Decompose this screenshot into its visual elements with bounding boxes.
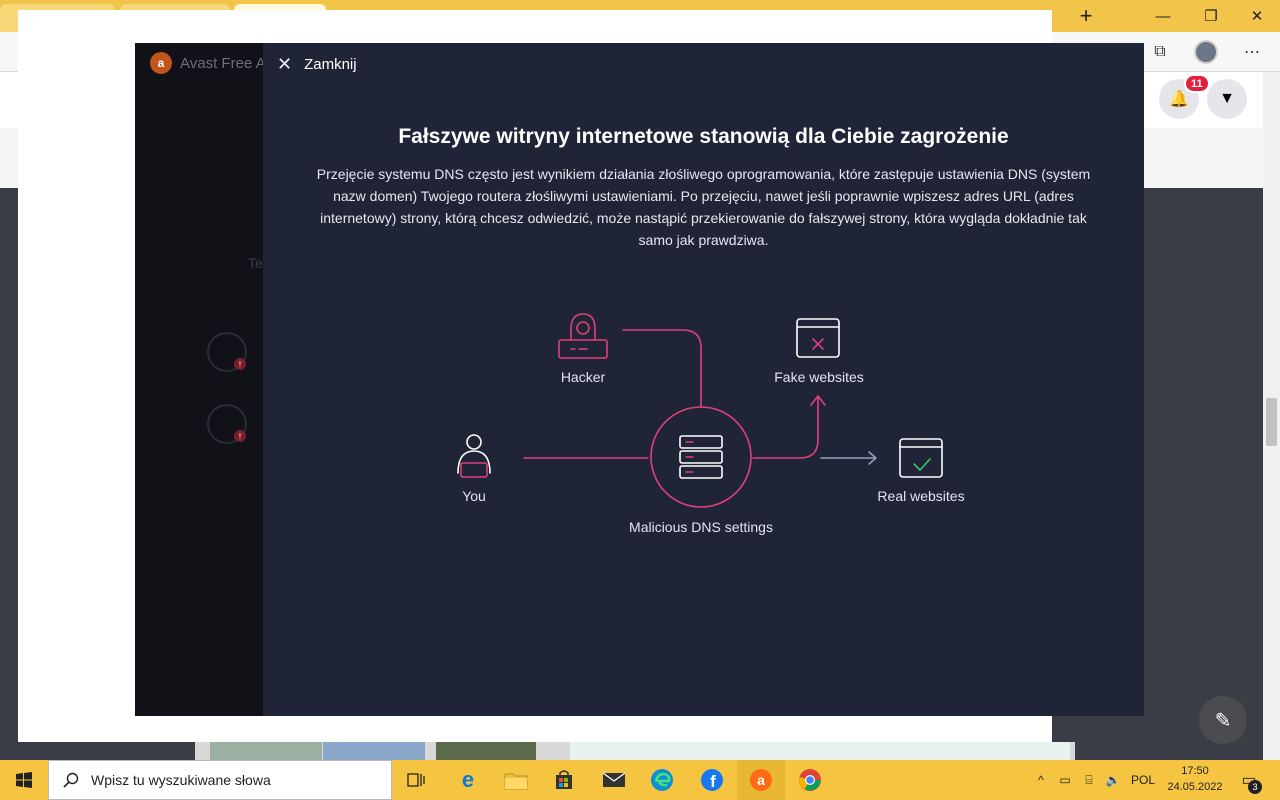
dns-hijack-diagram (457, 313, 943, 508)
action-center-count: 3 (1248, 780, 1262, 794)
edge-icon[interactable] (638, 760, 686, 800)
facebook-icon[interactable]: f (688, 760, 736, 800)
you-label: You (462, 488, 486, 504)
feed-thumbnail[interactable] (436, 742, 536, 760)
dns-server-circle (650, 406, 752, 508)
chrome-icon[interactable] (786, 760, 834, 800)
taskbar-search[interactable] (48, 760, 392, 800)
warning-dot-icon: ! (234, 358, 246, 370)
task-view-icon[interactable] (392, 760, 440, 800)
svg-text:e: e (462, 768, 474, 792)
minimize-button[interactable]: — (1140, 0, 1186, 32)
x-mark-icon (812, 338, 824, 350)
new-message-icon[interactable]: ✎ (1199, 696, 1247, 744)
search-input[interactable] (91, 772, 371, 788)
avast-sidebar (135, 43, 263, 716)
clock-date: 24.05.2022 (1167, 781, 1223, 793)
battery-icon[interactable]: ▭ (1056, 760, 1074, 800)
real-websites-label: Real websites (877, 488, 965, 504)
edge-legacy-icon[interactable]: e (444, 760, 492, 800)
volume-icon[interactable]: 🔈 (1104, 760, 1122, 800)
page-scrollbar[interactable] (1263, 72, 1280, 760)
user-icon (457, 434, 491, 474)
search-icon (63, 772, 79, 788)
hacker-icon (558, 313, 608, 359)
real-website-icon (899, 438, 943, 478)
hacker-to-dns-line (622, 329, 702, 408)
avast-taskbar-icon[interactable]: a (737, 760, 785, 800)
collections-icon[interactable]: ⧉ (1148, 40, 1172, 64)
feed-thumbnail[interactable] (210, 742, 322, 760)
new-tab-button[interactable]: + (1072, 2, 1100, 30)
store-icon[interactable] (540, 760, 588, 800)
more-menu-icon[interactable]: ⋯ (1240, 40, 1264, 64)
account-menu-chevron-icon[interactable]: ▼ (1207, 79, 1247, 119)
windows-start-icon[interactable] (0, 760, 48, 800)
language-indicator[interactable]: POL (1131, 760, 1155, 800)
svg-text:a: a (757, 772, 765, 788)
notification-badge: 11 (1184, 74, 1210, 93)
feed-thumbnail[interactable] (570, 742, 1070, 760)
profile-avatar[interactable] (1194, 40, 1218, 64)
hacker-label: Hacker (560, 369, 606, 385)
maximize-button[interactable]: ❐ (1188, 0, 1234, 32)
file-explorer-icon[interactable] (492, 760, 540, 800)
dns-to-fake-line (752, 397, 819, 459)
avast-app-title: Avast Free A (180, 54, 266, 72)
network-icon[interactable]: ⌸ (1080, 760, 1098, 800)
mail-icon[interactable] (590, 760, 638, 800)
fake-websites-label: Fake websites (774, 369, 864, 385)
avast-title-bar: a Avast Free A (150, 52, 266, 74)
dns-label: Malicious DNS settings (629, 519, 773, 535)
svg-text:f: f (710, 772, 716, 791)
window-close-button[interactable]: ✕ (1234, 0, 1280, 32)
tray-chevron-up-icon[interactable]: ^ (1032, 760, 1050, 800)
laptop-icon (460, 462, 488, 478)
feed-thumbnail[interactable] (323, 742, 425, 760)
avast-ghost-text: Te (248, 255, 263, 271)
dns-info-modal: ✕ Zamknij Fałszywe witryny internetowe s… (263, 43, 1144, 716)
fake-website-icon (796, 318, 840, 358)
warning-dot-icon: ! (234, 430, 246, 442)
avast-logo-icon: a (150, 52, 172, 74)
checkmark-icon (913, 458, 931, 471)
taskbar-clock[interactable]: 17:50 24.05.2022 (1160, 763, 1230, 795)
clock-time: 17:50 (1181, 765, 1209, 777)
